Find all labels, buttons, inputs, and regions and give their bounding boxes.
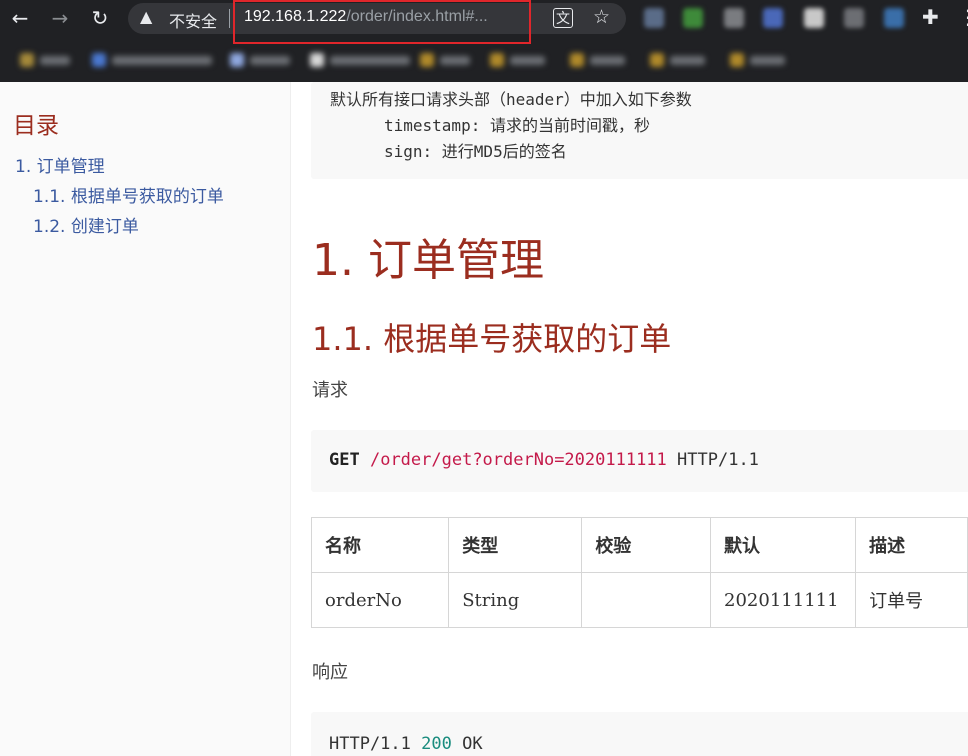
response-status-code: 200: [421, 734, 452, 754]
params-table: 名称 类型 校验 默认 描述 orderNo String 2020111111…: [310, 517, 968, 628]
response-protocol: HTTP/1.1: [329, 734, 411, 754]
bookmark-item[interactable]: [230, 51, 290, 69]
toc-item-get-order-by-number[interactable]: 1.1. 根据单号获取的订单: [33, 182, 224, 207]
bookmark-item[interactable]: [570, 51, 625, 69]
toc-item-order-management[interactable]: 1. 订单管理: [15, 152, 105, 177]
menu-icon[interactable]: ⋮: [958, 5, 968, 29]
table-row: orderNo String 2020111111 订单号: [310, 572, 968, 628]
param-desc: : 请求的当前时间戳，秒: [470, 116, 650, 135]
cell-name: orderNo: [310, 572, 450, 628]
toc-item-create-order[interactable]: 1.2. 创建订单: [33, 212, 139, 237]
bookmark-item[interactable]: [730, 51, 785, 69]
request-label: 请求: [312, 380, 348, 401]
main-content: 默认所有接口请求头部（header）中加入如下参数 timestamp: 请求的…: [292, 82, 968, 756]
column-header-validation: 校验: [581, 517, 712, 573]
section-heading-get-order: 1.1. 根据单号获取的订单: [312, 320, 672, 358]
extension-icon[interactable]: [644, 8, 664, 28]
request-line: GET /order/get?orderNo=2020111111 HTTP/1…: [329, 450, 759, 470]
extensions-puzzle-icon[interactable]: ✚: [922, 5, 939, 29]
back-arrow-icon[interactable]: ←: [6, 4, 34, 32]
bookmark-item[interactable]: [20, 51, 70, 69]
browser-chrome: ← → ↻ ▲ 不安全 192.168.1.222/order/index.ht…: [0, 0, 968, 82]
column-header-type: 类型: [448, 517, 583, 573]
column-header-name: 名称: [310, 517, 450, 573]
param-desc: : 进行MD5后的签名: [422, 142, 567, 161]
toc-title: 目录: [13, 113, 59, 139]
response-label: 响应: [312, 662, 348, 683]
reload-icon[interactable]: ↻: [86, 4, 114, 32]
toc-sidebar: 目录 1. 订单管理 1.1. 根据单号获取的订单 1.2. 创建订单: [0, 82, 291, 756]
warning-icon[interactable]: ▲: [140, 7, 152, 26]
bookmarks-bar: [0, 44, 968, 78]
request-codeblock: GET /order/get?orderNo=2020111111 HTTP/1…: [311, 430, 968, 492]
bookmark-item[interactable]: [650, 51, 705, 69]
column-header-default: 默认: [710, 517, 857, 573]
extension-icon[interactable]: [844, 8, 864, 28]
translate-icon[interactable]: 文: [553, 8, 573, 28]
bookmark-item[interactable]: [310, 51, 410, 69]
bookmark-item[interactable]: [420, 51, 470, 69]
extension-icon[interactable]: [804, 8, 824, 28]
cell-description: 订单号: [855, 572, 968, 628]
header-params-codeblock: 默认所有接口请求头部（header）中加入如下参数 timestamp: 请求的…: [311, 82, 968, 179]
forward-arrow-icon[interactable]: →: [46, 4, 74, 32]
http-method: GET: [329, 450, 360, 470]
param-key: timestamp: [384, 116, 471, 135]
response-line: HTTP/1.1 200 OK: [329, 734, 483, 754]
security-label[interactable]: 不安全: [169, 8, 217, 32]
request-path: /order/get?orderNo=2020111111: [369, 450, 667, 470]
column-header-description: 描述: [855, 517, 968, 573]
bookmark-item[interactable]: [490, 51, 545, 69]
response-codeblock: HTTP/1.1 200 OK: [311, 712, 968, 756]
param-key: sign: [384, 142, 423, 161]
extension-icon[interactable]: [724, 8, 744, 28]
header-param-sign: sign: 进行MD5后的签名: [384, 138, 567, 162]
cell-validation: [581, 572, 712, 628]
header-note-text: 默认所有接口请求头部（header）中加入如下参数: [330, 90, 692, 109]
response-status-text: OK: [462, 734, 483, 754]
request-protocol: HTTP/1.1: [677, 450, 759, 470]
table-header-row: 名称 类型 校验 默认 描述: [310, 517, 968, 573]
cell-type: String: [448, 572, 583, 628]
address-divider: [229, 9, 230, 28]
extension-icon[interactable]: [763, 8, 783, 28]
url-highlight-box: [233, 0, 531, 44]
star-icon[interactable]: ☆: [593, 6, 610, 28]
bookmark-item[interactable]: [92, 51, 212, 69]
cell-default: 2020111111: [710, 572, 857, 628]
header-param-timestamp: timestamp: 请求的当前时间戳，秒: [384, 112, 650, 136]
extension-icon[interactable]: [683, 8, 703, 28]
section-heading-order-management: 1. 订单管理: [312, 235, 544, 286]
extension-icon[interactable]: [884, 8, 904, 28]
